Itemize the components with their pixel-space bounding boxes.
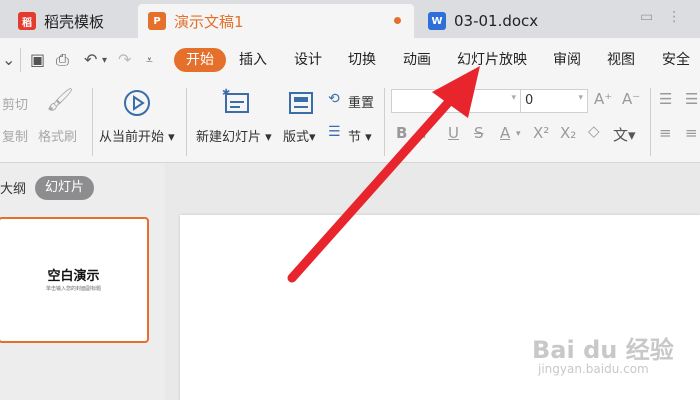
section-icon: ☰ <box>328 124 341 140</box>
monitor-icon[interactable]: ▭ <box>640 9 653 31</box>
menu-design[interactable]: 设计 <box>294 48 322 72</box>
thumb-subtitle: 单击输入您的封面副标题 <box>45 286 101 292</box>
new-slide-button[interactable]: 新建幻灯片 ▾ <box>196 126 272 145</box>
numbered-list-icon[interactable]: ☰ <box>685 90 698 108</box>
divider <box>92 88 93 156</box>
chevron-down-icon[interactable]: ⌄ <box>2 50 15 69</box>
customize-toolbar-icon[interactable]: ⩡ <box>146 53 153 68</box>
play-from-current-button[interactable]: 从当前开始 ▾ <box>99 126 175 145</box>
reset-button[interactable]: 重置 <box>348 92 374 111</box>
menu-view[interactable]: 视图 <box>607 48 635 72</box>
presentation-icon: P <box>148 12 166 30</box>
outline-tab[interactable]: 大纲 <box>0 178 26 197</box>
tab-bar: 稻 稻壳模板 P 演示文稿1 W 03-01.docx ▭ ⋮ <box>0 0 700 38</box>
decrease-font-icon[interactable]: A⁻ <box>622 90 640 108</box>
daoke-logo-icon: 稻 <box>18 12 36 30</box>
strikethrough-icon[interactable]: S <box>474 124 484 142</box>
superscript-icon[interactable]: X² <box>533 124 549 142</box>
menu-slideshow[interactable]: 幻灯片放映 <box>457 48 527 72</box>
italic-icon[interactable]: I <box>423 124 427 142</box>
section-button[interactable]: 节 ▾ <box>348 126 372 145</box>
format-painter-button[interactable]: 格式刷 <box>38 126 77 145</box>
text-effects-icon[interactable]: 文▾ <box>613 124 636 145</box>
tab-label: 演示文稿1 <box>174 12 244 31</box>
slides-tab[interactable]: 幻灯片 <box>35 176 95 200</box>
cut-button[interactable]: 剪切 <box>2 94 28 113</box>
play-icon <box>124 90 150 116</box>
menu-animation[interactable]: 动画 <box>403 48 431 72</box>
baidu-watermark-url: jingyan.baidu.com <box>538 362 649 376</box>
bullet-list-icon[interactable]: ☰ <box>659 90 672 108</box>
tab-label: 稻壳模板 <box>44 12 105 31</box>
thumb-title: 空白演示 <box>47 269 100 284</box>
new-slide-icon: ✱ <box>222 88 249 113</box>
save-icon[interactable]: ▣ <box>30 50 45 69</box>
font-size-value: 0 <box>525 93 534 108</box>
word-doc-icon: W <box>428 12 446 30</box>
align-left-icon[interactable]: ≡ <box>659 124 672 142</box>
baidu-watermark: Bai du 经验 <box>532 336 674 364</box>
font-size-combo[interactable]: 0 ▾ <box>520 89 588 113</box>
divider <box>384 88 385 156</box>
redo-icon[interactable]: ↷ <box>118 50 131 69</box>
menu-insert[interactable]: 插入 <box>239 48 267 72</box>
svg-text:✱: ✱ <box>222 88 230 99</box>
undo-dropdown-icon[interactable]: ▾ <box>102 55 107 66</box>
format-painter-icon: 🖌 <box>46 88 74 113</box>
divider <box>186 88 187 156</box>
chevron-down-icon: ▾ <box>578 93 583 103</box>
increase-font-icon[interactable]: A⁺ <box>594 90 612 108</box>
divider <box>20 48 21 72</box>
chevron-down-icon: ▾ <box>516 129 521 139</box>
font-name-combo[interactable]: ▾ <box>391 89 521 113</box>
subscript-icon[interactable]: X₂ <box>560 124 576 142</box>
tab-label: 03-01.docx <box>454 12 539 30</box>
slide-thumbnail-1[interactable]: 空白演示 单击输入您的封面副标题 <box>0 217 149 343</box>
unsaved-dot-icon <box>394 17 401 24</box>
window-controls: ▭ ⋮ <box>640 9 700 31</box>
tab-docx[interactable]: W 03-01.docx <box>416 4 630 38</box>
chevron-down-icon: ▾ <box>511 93 516 103</box>
more-icon[interactable]: ⋮ <box>667 9 681 31</box>
print-icon[interactable]: ⎙ <box>56 50 69 70</box>
layout-button[interactable]: 版式▾ <box>283 126 316 145</box>
tab-presentation[interactable]: P 演示文稿1 <box>138 4 414 38</box>
slide-thumbnail-panel: 大纲 幻灯片 空白演示 单击输入您的封面副标题 <box>0 163 165 400</box>
clear-format-icon[interactable]: ◇ <box>588 122 600 140</box>
copy-button[interactable]: 复制 <box>2 126 28 145</box>
ribbon-toolbar: 剪切 复制 🖌 格式刷 从当前开始 ▾ ✱ 新建幻灯片 ▾ 版式▾ ⟲ 重置 ☰… <box>0 82 700 163</box>
menu-home[interactable]: 开始 <box>174 48 226 72</box>
font-color-icon[interactable]: A <box>500 124 510 142</box>
reset-icon: ⟲ <box>328 91 340 107</box>
menu-review[interactable]: 审阅 <box>553 48 581 72</box>
menu-security[interactable]: 安全 <box>662 48 690 72</box>
align-center-icon[interactable]: ≡ <box>685 124 698 142</box>
underline-icon[interactable]: U <box>448 124 459 142</box>
tab-daoke-templates[interactable]: 稻 稻壳模板 <box>0 4 137 38</box>
layout-icon <box>289 92 313 114</box>
menu-transition[interactable]: 切换 <box>348 48 376 72</box>
bold-icon[interactable]: B <box>396 124 407 142</box>
undo-icon[interactable]: ↶ <box>84 50 97 69</box>
divider <box>650 88 651 156</box>
menu-bar: ⌄ ▣ ⎙ ↶ ▾ ↷ ⩡ 开始 插入 设计 切换 动画 幻灯片放映 审阅 视图… <box>0 38 700 82</box>
